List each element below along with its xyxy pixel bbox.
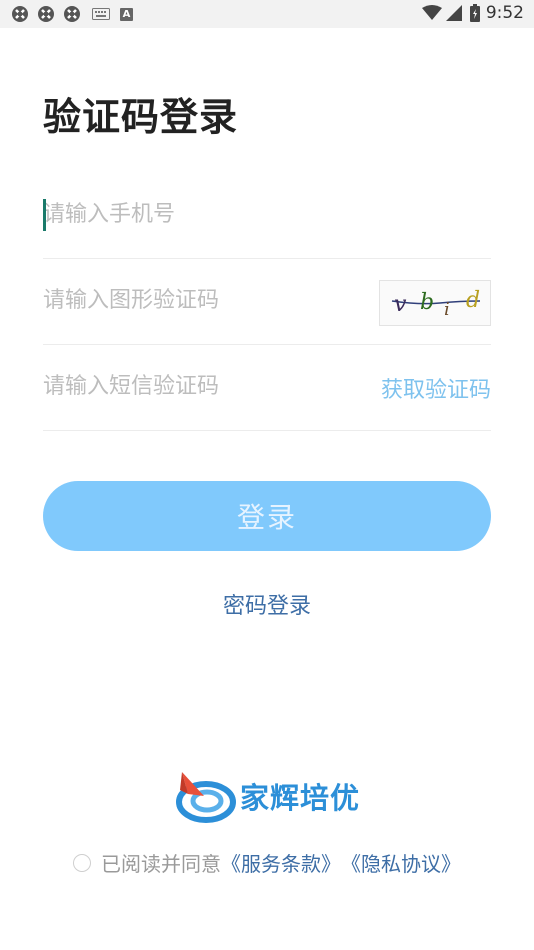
app-notification-icon xyxy=(64,6,80,22)
privacy-link[interactable]: 《隐私协议》 xyxy=(341,848,461,877)
logo-icon xyxy=(176,772,236,823)
signal-icon xyxy=(445,5,462,21)
captcha-input[interactable] xyxy=(43,258,363,342)
captcha-char: b xyxy=(420,290,434,315)
captcha-graphic: v b i d xyxy=(391,288,480,320)
get-code-button[interactable]: 获取验证码 xyxy=(381,372,491,404)
agreement-radio[interactable] xyxy=(73,853,91,872)
input-method-icon: A xyxy=(120,7,133,21)
clock: 9:52 xyxy=(485,3,524,23)
password-login-link[interactable]: 密码登录 xyxy=(0,588,534,620)
captcha-char: d xyxy=(466,288,480,313)
terms-link[interactable]: 《服务条款》 xyxy=(221,848,341,877)
status-icons-right: 9:52 xyxy=(421,3,524,23)
keyboard-icon xyxy=(92,8,110,20)
captcha-char: v xyxy=(394,292,407,317)
sms-code-input[interactable] xyxy=(43,344,363,428)
sms-code-field[interactable]: 获取验证码 xyxy=(43,344,491,431)
agreement-text: 已阅读并同意 xyxy=(101,852,221,876)
status-icons-left: A xyxy=(10,4,133,24)
wifi-icon xyxy=(421,5,442,20)
page-title: 验证码登录 xyxy=(43,95,239,139)
phone-field[interactable] xyxy=(43,172,491,259)
app-notification-icon xyxy=(12,6,28,22)
captcha-field[interactable]: v b i d xyxy=(43,258,491,345)
phone-input[interactable] xyxy=(43,172,363,256)
app-notification-icon xyxy=(38,6,54,22)
login-button[interactable]: 登录 xyxy=(43,481,491,551)
battery-icon xyxy=(469,4,480,22)
brand-logo: 家辉培优 xyxy=(174,768,360,824)
agreement-row: 已阅读并同意 《服务条款》 《隐私协议》 xyxy=(73,848,461,877)
captcha-image[interactable]: v b i d xyxy=(379,280,491,326)
status-bar: A 9:52 xyxy=(0,0,534,28)
text-cursor xyxy=(43,199,46,231)
brand-name: 家辉培优 xyxy=(240,781,361,815)
captcha-char: i xyxy=(444,299,450,320)
